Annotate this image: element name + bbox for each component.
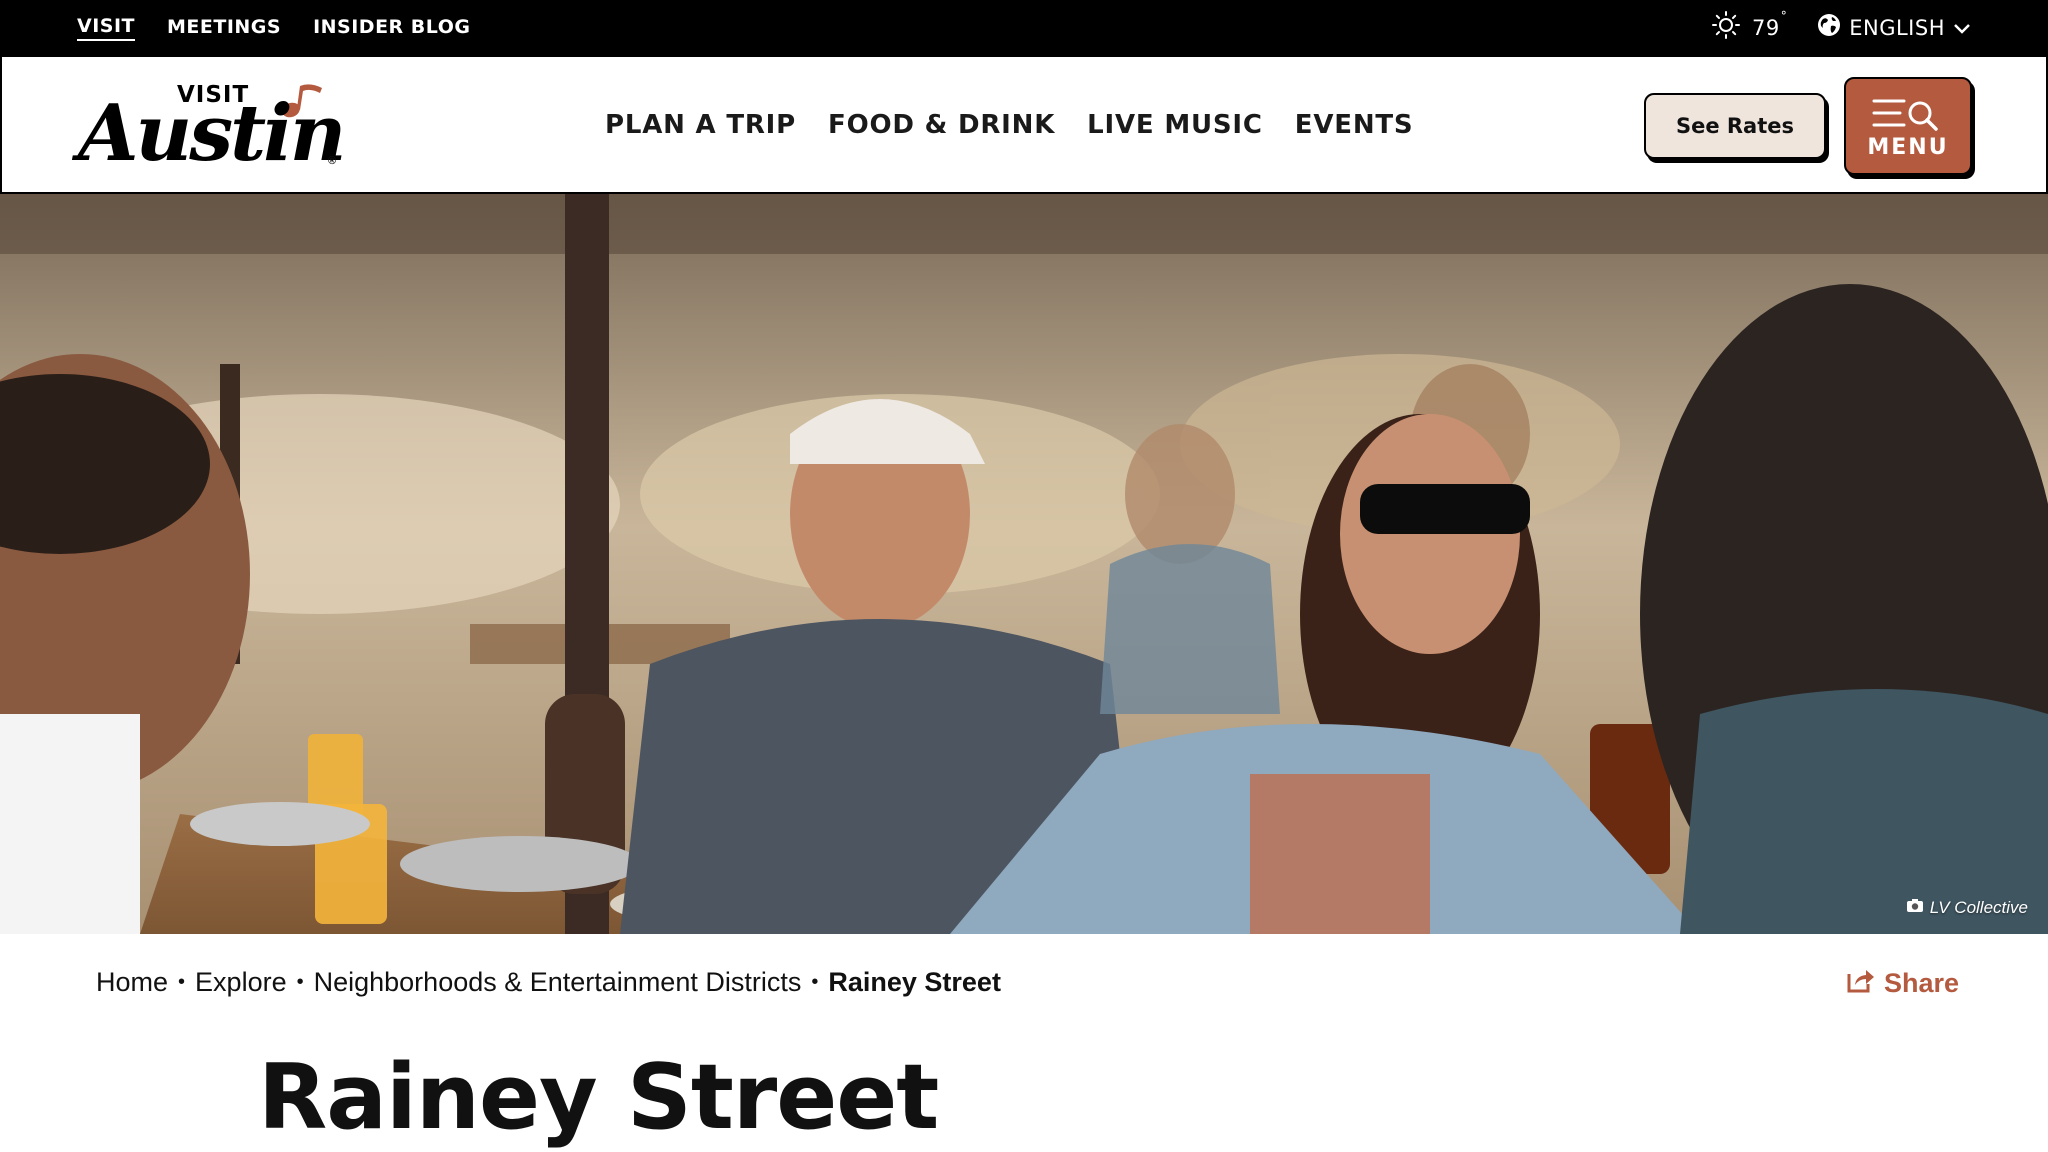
menu-button[interactable]: MENU: [1844, 77, 1972, 175]
degree-symbol: °: [1780, 8, 1788, 23]
utility-link-meetings[interactable]: MEETINGS: [167, 16, 281, 40]
share-label: Share: [1884, 968, 1960, 998]
temperature-value: 79: [1752, 15, 1780, 40]
utility-bar: VISIT MEETINGS INSIDER BLOG 79° ENGLISH: [0, 0, 2048, 55]
weather-widget: 79°: [1712, 8, 1788, 44]
hero-image: LV Collective: [0, 194, 2048, 934]
breadcrumb-current: Rainey Street: [828, 967, 1001, 997]
menu-label: MENU: [1867, 135, 1949, 160]
main-nav: PLAN A TRIP FOOD & DRINK LIVE MUSIC EVEN…: [605, 57, 1413, 192]
language-label: ENGLISH: [1849, 15, 1945, 40]
visit-austin-logo[interactable]: VISIT Austin ®: [76, 75, 347, 181]
breadcrumb-neighborhoods[interactable]: Neighborhoods & Entertainment Districts: [314, 967, 802, 998]
share-icon: [1846, 966, 1876, 1001]
share-button[interactable]: Share: [1846, 966, 1959, 1001]
breadcrumb-separator: •: [296, 971, 304, 993]
breadcrumb-explore[interactable]: Explore: [195, 967, 287, 998]
utility-link-insider-blog[interactable]: INSIDER BLOG: [313, 16, 470, 40]
registered-mark: ®: [328, 155, 337, 167]
utility-right: 79° ENGLISH: [1712, 0, 1971, 55]
main-header: VISIT Austin ® PLAN A TRIP FOOD & DRINK …: [0, 55, 2048, 194]
breadcrumb-separator: •: [178, 971, 186, 993]
globe-icon: [1817, 13, 1841, 42]
sun-icon: [1712, 11, 1740, 44]
nav-events[interactable]: EVENTS: [1295, 110, 1414, 140]
nav-food-drink[interactable]: FOOD & DRINK: [828, 110, 1055, 140]
logo-austin-text: Austin: [78, 88, 347, 179]
photo-credit: LV Collective: [1906, 898, 2028, 918]
nav-live-music[interactable]: LIVE MUSIC: [1087, 110, 1263, 140]
breadcrumb-home[interactable]: Home: [96, 967, 168, 998]
chevron-down-icon: [1953, 16, 1971, 40]
nav-plan-a-trip[interactable]: PLAN A TRIP: [605, 110, 796, 140]
page-title: Rainey Street: [258, 1045, 939, 1150]
breadcrumb: Home • Explore • Neighborhoods & Enterta…: [96, 967, 1001, 998]
utility-links: VISIT MEETINGS INSIDER BLOG: [77, 0, 470, 55]
utility-link-visit[interactable]: VISIT: [77, 15, 135, 41]
camera-icon: [1906, 898, 1924, 918]
breadcrumb-separator: •: [811, 971, 819, 993]
photo-credit-text: LV Collective: [1929, 898, 2028, 917]
menu-search-icon: [1870, 97, 1946, 138]
see-rates-button[interactable]: See Rates: [1644, 93, 1826, 159]
language-selector[interactable]: ENGLISH: [1817, 13, 1971, 42]
